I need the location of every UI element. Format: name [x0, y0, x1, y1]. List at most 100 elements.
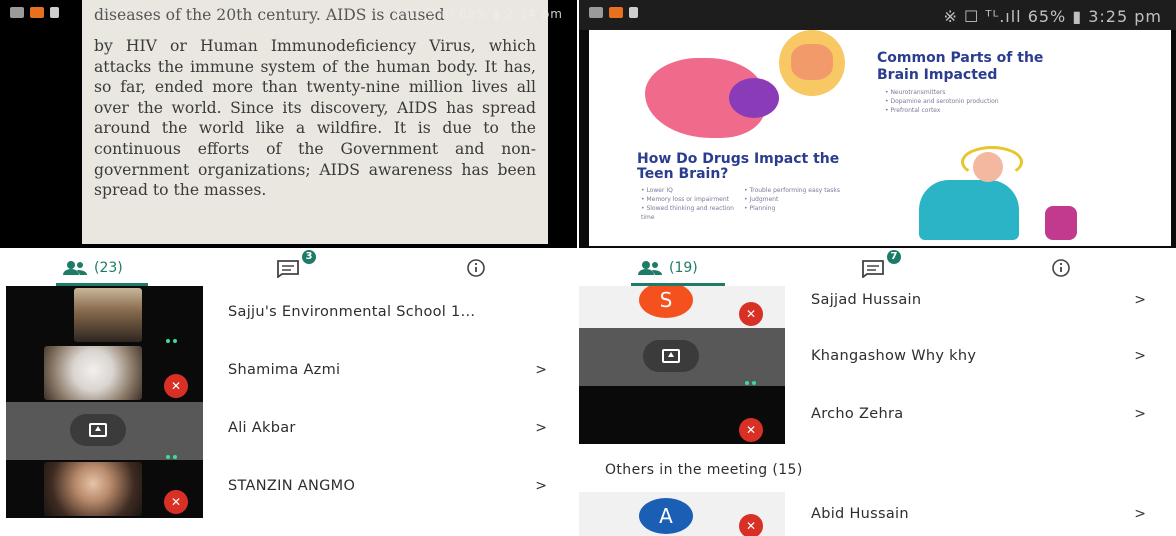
slide-heading: How Do Drugs Impact the Teen Brain?	[637, 151, 840, 182]
participant-name: Sajju's Environmental School 1...	[228, 304, 476, 320]
avatar: A	[639, 498, 693, 534]
slide-heading: Common Parts of the Brain Impacted	[877, 50, 1044, 83]
participant-tile: S ✕	[579, 286, 785, 328]
participant-name: Ali Akbar	[228, 420, 296, 436]
camera-feed	[74, 288, 142, 342]
audio-level-icon	[745, 370, 765, 385]
slide-bullet: • Dopamine and serotonin production	[885, 98, 999, 105]
brain-illustration	[729, 78, 779, 118]
participants-tabbar: (19) 7	[579, 248, 1176, 286]
tab-people[interactable]: (19)	[637, 254, 698, 282]
brain-illustration	[791, 44, 833, 80]
chevron-right-icon[interactable]: >	[1134, 348, 1146, 364]
tab-chat[interactable]	[276, 254, 302, 282]
gallery-icon	[589, 7, 603, 18]
presentation-area: diseases of the 20th century. AIDS is ca…	[0, 0, 577, 248]
chevron-right-icon[interactable]: >	[535, 420, 547, 436]
camera-feed	[44, 462, 142, 516]
participant-video: ✕	[6, 344, 203, 402]
presentation-slide: Common Parts of the Brain Impacted • Neu…	[589, 30, 1171, 246]
tab-people[interactable]: (23)	[62, 254, 123, 282]
chevron-right-icon[interactable]: >	[535, 362, 547, 378]
mic-off-icon: ✕	[164, 374, 188, 398]
chat-icon	[862, 260, 884, 278]
slide-bullet: • Slowed thinking and reaction time	[641, 205, 734, 221]
participant-row[interactable]: A ✕ Abid Hussain >	[579, 492, 1176, 536]
others-heading: Others in the meeting (15)	[605, 462, 803, 478]
participant-name: STANZIN ANGMO	[228, 478, 356, 494]
right-screenshot: ※ ☐ ᵀᴸ.ıll 65% ▮ 3:25 pm Common Parts of…	[579, 0, 1176, 536]
presenting-icon	[70, 414, 126, 446]
camera-feed	[44, 346, 142, 400]
participant-row[interactable]: Ali Akbar >	[0, 402, 577, 460]
file-icon	[50, 7, 59, 18]
participant-row[interactable]: S ✕ Sajjad Hussain >	[579, 286, 1176, 328]
document-page: diseases of the 20th century. AIDS is ca…	[82, 0, 548, 244]
participant-row[interactable]: ✕ STANZIN ANGMO >	[0, 460, 577, 518]
participant-row[interactable]: Khangashow Why khy >	[579, 328, 1176, 386]
tab-info[interactable]	[466, 254, 486, 282]
status-indicators: ※ ☐ ᵀᴸ.ıll 65% ▮ 3:25 pm	[943, 7, 1162, 26]
info-icon	[467, 259, 485, 277]
mic-off-icon: ✕	[164, 490, 188, 514]
gallery-icon	[10, 7, 24, 18]
participant-name: Abid Hussain	[811, 506, 909, 522]
status-bar: ※ ☐ ᵀᴸ.ıll 68% ▮ 2:14 pm	[0, 0, 577, 30]
participant-name: Archo Zehra	[811, 406, 904, 422]
teen-illustration	[973, 152, 1003, 182]
mic-off-icon: ✕	[739, 418, 763, 442]
slide-bullet: • Lower IQ	[641, 187, 673, 194]
chevron-right-icon[interactable]: >	[1134, 506, 1146, 522]
document-text: by HIV or Human Immunodeficiency Virus, …	[94, 37, 536, 200]
tab-info[interactable]	[1051, 254, 1071, 282]
app-notification-icon	[609, 7, 623, 18]
mic-off-icon: ✕	[739, 514, 763, 536]
participant-tile	[579, 328, 785, 386]
participant-name: Khangashow Why khy	[811, 348, 977, 364]
chat-badge: 3	[302, 250, 316, 264]
people-count: (19)	[669, 260, 698, 276]
people-count: (23)	[94, 260, 123, 276]
slide-bullet: • Memory loss or impairment	[641, 196, 730, 203]
file-icon	[629, 7, 638, 18]
slide-bullet: • Judgment	[744, 196, 779, 203]
chat-badge: 7	[887, 250, 901, 264]
participant-tile: A ✕	[579, 492, 785, 536]
slide-bullet: • Prefrontal cortex	[885, 107, 941, 114]
left-screenshot: diseases of the 20th century. AIDS is ca…	[0, 0, 577, 536]
participant-tile: ✕	[579, 386, 785, 444]
audio-level-icon	[166, 444, 186, 459]
participant-video	[6, 402, 203, 460]
participant-row[interactable]: Sajju's Environmental School 1...	[0, 286, 577, 344]
chat-icon	[277, 260, 299, 278]
slide-bullet: • Trouble performing easy tasks	[744, 187, 840, 194]
teen-illustration	[919, 180, 1019, 240]
slide-bullets: • Neurotransmitters • Dopamine and serot…	[885, 88, 999, 115]
people-icon	[638, 261, 662, 275]
participant-name: Shamima Azmi	[228, 362, 341, 378]
audio-level-icon	[166, 328, 186, 343]
chevron-right-icon[interactable]: >	[535, 478, 547, 494]
tab-chat[interactable]	[861, 254, 887, 282]
slide-bullets: • Lower IQ • Memory loss or impairment •…	[641, 186, 841, 222]
info-icon	[1052, 259, 1070, 277]
people-icon	[63, 261, 87, 275]
status-indicators: ※ ☐ ᵀᴸ.ıll 68% ▮ 2:14 pm	[393, 7, 563, 21]
teen-illustration	[1045, 206, 1077, 240]
participants-tabbar: (23) 3	[0, 248, 577, 286]
avatar: S	[639, 286, 693, 318]
participant-row[interactable]: ✕ Shamima Azmi >	[0, 344, 577, 402]
presentation-area: ※ ☐ ᵀᴸ.ıll 65% ▮ 3:25 pm Common Parts of…	[579, 0, 1176, 248]
participant-video	[6, 286, 203, 344]
participant-video: ✕	[6, 460, 203, 518]
participant-row[interactable]: ✕ Archo Zehra >	[579, 386, 1176, 444]
app-notification-icon	[30, 7, 44, 18]
chevron-right-icon[interactable]: >	[1134, 292, 1146, 308]
status-bar: ※ ☐ ᵀᴸ.ıll 65% ▮ 3:25 pm	[579, 0, 1176, 30]
presenting-icon	[643, 340, 699, 372]
chevron-right-icon[interactable]: >	[1134, 406, 1146, 422]
participant-name: Sajjad Hussain	[811, 292, 922, 308]
mic-off-icon: ✕	[739, 302, 763, 326]
slide-bullet: • Neurotransmitters	[885, 89, 946, 96]
slide-bullet: • Planning	[744, 205, 776, 212]
